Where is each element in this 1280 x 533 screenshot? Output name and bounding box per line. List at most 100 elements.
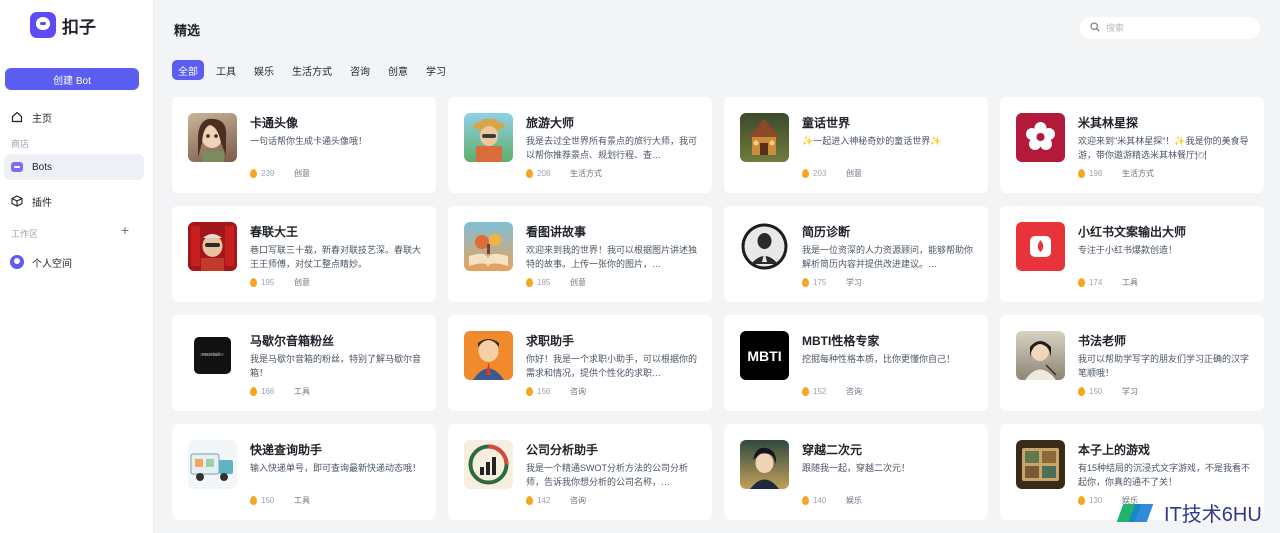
bot-description: 你好！我是一个求职小助手，可以根据你的需求和情况，提供个性化的求职…	[526, 354, 698, 378]
svg-text:Marshall: Marshall	[202, 352, 221, 357]
bot-card[interactable]: 卡通头像 一句话帮你生成卡通头像哦！ 239 创意	[172, 97, 436, 193]
bot-description: 我可以帮助学写字的朋友们学习正确的汉字笔顺哦！	[1078, 354, 1250, 378]
usage-count: 140	[813, 496, 827, 505]
bot-card[interactable]: Marshall 马歇尔音箱粉丝 我是马歇尔音箱的粉丝，特别了解马歇尔音箱！ 1…	[172, 315, 436, 411]
tab-entertainment[interactable]: 娱乐	[248, 60, 280, 80]
sidebar-item-label: 个人空间	[32, 258, 72, 270]
category-label: 学习	[846, 278, 862, 287]
bot-card[interactable]: 春联大王 巷口写联三十载，新春对联技艺深。春联大王王师傅，对仗工整点睛妙。 19…	[172, 206, 436, 302]
tab-tools[interactable]: 工具	[210, 60, 242, 80]
fire-icon	[526, 169, 533, 178]
bot-description: 专注于小红书爆款创造！	[1078, 245, 1178, 255]
bot-title: 童话世界	[802, 116, 851, 130]
category-label: 创意	[294, 169, 310, 178]
couplet-man-thumbnail	[188, 222, 237, 271]
bot-card[interactable]: 求职助手 你好！我是一个求职小助手，可以根据你的需求和情况，提供个性化的求职… …	[448, 315, 712, 411]
usage-count: 174	[1089, 278, 1103, 287]
bot-meta: 150 学习	[1078, 387, 1138, 396]
bot-title: 春联大王	[250, 225, 299, 239]
bot-meta: 208 生活方式	[526, 169, 602, 178]
bot-card[interactable]: 公司分析助手 我是一个精通SWOT分析方法的公司分析师，告诉我你想分析的公司名称…	[448, 424, 712, 520]
fire-icon	[802, 387, 809, 396]
search-input[interactable]	[1106, 23, 1246, 33]
usage-count: 156	[537, 387, 551, 396]
bot-title: 求职助手	[526, 334, 575, 348]
sidebar-item-bots[interactable]: Bots	[4, 154, 144, 180]
bot-card[interactable]: 书法老师 我可以帮助学写字的朋友们学习正确的汉字笔顺哦！ 150 学习	[1000, 315, 1264, 411]
bot-description: 有15种结局的沉浸式文字游戏，不是我看不起你，你真的通不了关！	[1078, 463, 1251, 487]
tab-lifestyle[interactable]: 生活方式	[286, 60, 338, 80]
bot-card[interactable]: 快递查询助手 输入快递单号，即可查询最新快递动态哦！ 150 工具	[172, 424, 436, 520]
bot-description: 挖掘每种性格本质，比你更懂你自己！	[802, 354, 956, 364]
bot-meta: 152 咨询	[802, 387, 862, 396]
bot-meta: 142 咨询	[526, 496, 586, 505]
anime-thumbnail	[740, 440, 789, 489]
bot-title: 书法老师	[1078, 334, 1127, 348]
category-label: 咨询	[846, 387, 862, 396]
bot-card[interactable]: 看图讲故事 欢迎来到我的世界！我可以根据图片讲述独特的故事。上传一张你的图片，……	[448, 206, 712, 302]
plugin-cube-icon	[10, 194, 24, 208]
bot-title: 公司分析助手	[526, 443, 599, 457]
traveler-thumbnail	[464, 113, 513, 162]
bot-meta: 166 工具	[250, 387, 310, 396]
delivery-truck-thumbnail	[188, 440, 237, 489]
bot-card[interactable]: 穿越二次元 跟随我一起，穿越二次元！ 140 娱乐	[724, 424, 988, 520]
bot-card[interactable]: 童话世界 ✨一起进入神秘奇妙的童话世界✨ 203 创意	[724, 97, 988, 193]
category-label: 工具	[294, 496, 310, 505]
michelin-thumbnail	[1016, 113, 1065, 162]
watermark: IT技术6HU	[1116, 498, 1262, 527]
category-label: 工具	[294, 387, 310, 396]
bot-title: 马歇尔音箱粉丝	[250, 334, 335, 348]
category-label: 工具	[1122, 278, 1138, 287]
bot-title: 旅游大师	[526, 116, 575, 130]
fire-icon	[250, 496, 257, 505]
bot-description: ✨一起进入神秘奇妙的童话世界✨	[802, 136, 942, 146]
fire-icon	[802, 169, 809, 178]
tab-all[interactable]: 全部	[172, 60, 204, 80]
bot-meta: 195 创意	[250, 278, 310, 287]
bot-description: 巷口写联三十载，新春对联技艺深。春联大王王师傅，对仗工整点睛妙。	[250, 245, 422, 269]
logo-icon	[30, 12, 56, 38]
sidebar-item-plugins[interactable]: 插件	[4, 188, 144, 214]
fire-icon	[526, 278, 533, 287]
watermark-logo-icon	[1116, 501, 1158, 525]
tab-creative[interactable]: 创意	[382, 60, 414, 80]
bot-title: 米其林星探	[1078, 116, 1139, 130]
tab-consulting[interactable]: 咨询	[344, 60, 376, 80]
notebook-game-thumbnail	[1016, 440, 1065, 489]
story-book-thumbnail	[464, 222, 513, 271]
tab-learning[interactable]: 学习	[420, 60, 452, 80]
usage-count: 185	[537, 278, 551, 287]
bot-card[interactable]: 小红书文案输出大师 专注于小红书爆款创造！ 174 工具	[1000, 206, 1264, 302]
bot-icon	[10, 160, 24, 174]
sidebar-item-home[interactable]: 主页	[4, 104, 144, 130]
fire-icon	[526, 387, 533, 396]
red-book-thumbnail	[1016, 222, 1065, 271]
usage-count: 203	[813, 169, 827, 178]
bot-title: 穿越二次元	[802, 443, 863, 457]
bot-card[interactable]: MBTI MBTI性格专家 挖掘每种性格本质，比你更懂你自己！ 152 咨询	[724, 315, 988, 411]
category-label: 创意	[570, 278, 586, 287]
fire-icon	[526, 496, 533, 505]
bot-card[interactable]: 米其林星探 欢迎来到"米其林星探"！✨我是你的美食导游，带你遨游精选米其林餐厅🍽…	[1000, 97, 1264, 193]
usage-count: 150	[261, 496, 275, 505]
app-logo[interactable]: 扣子	[30, 12, 96, 38]
fire-icon	[1078, 278, 1085, 287]
page-title: 精选	[174, 23, 201, 38]
add-workspace-icon[interactable]: +	[119, 223, 131, 237]
category-label: 创意	[294, 278, 310, 287]
fire-icon	[1078, 496, 1085, 505]
bot-meta: 130 娱乐	[1078, 496, 1138, 505]
bot-meta: 156 咨询	[526, 387, 586, 396]
bot-card[interactable]: 简历诊断 我是一位资深的人力资源顾问，能够帮助你解析简历内容并提供改进建议。… …	[724, 206, 988, 302]
bot-description: 我是去过全世界所有景点的旅行大师，我可以帮你推荐景点、规划行程、查…	[526, 136, 698, 160]
search-box[interactable]	[1080, 17, 1260, 39]
bot-meta: 203 创意	[802, 169, 862, 178]
bot-card[interactable]: 旅游大师 我是去过全世界所有景点的旅行大师，我可以帮你推荐景点、规划行程、查… …	[448, 97, 712, 193]
sidebar-item-personal[interactable]: 个人空间	[4, 249, 144, 275]
category-label: 咨询	[570, 387, 586, 396]
watermark-text: IT技术6HU	[1164, 504, 1262, 526]
create-bot-button[interactable]: 创建 Bot	[5, 68, 139, 90]
search-icon	[1090, 19, 1100, 37]
usage-count: 175	[813, 278, 827, 287]
